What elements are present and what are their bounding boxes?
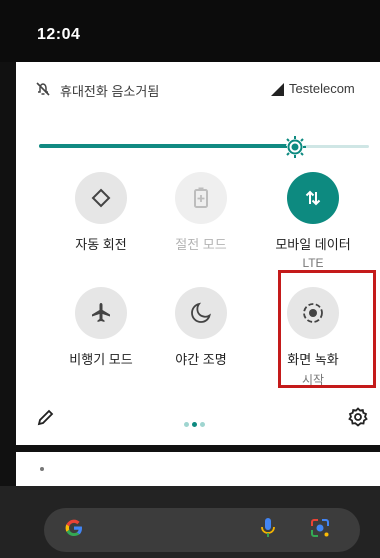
lens-icon[interactable] [308,516,332,540]
highlight-box [278,270,376,388]
battery-saver-icon[interactable] [175,172,227,224]
notification-dot [40,467,44,471]
status-bar: 12:04 [0,0,380,62]
page-dot [192,422,197,427]
auto-rotate-icon[interactable] [75,172,127,224]
tile-auto-rotate[interactable]: 자동 회전 [58,172,144,253]
night-light-icon[interactable] [175,287,227,339]
quick-settings-panel: 휴대전화 음소거됨 Testelecom 자동 회전 절전 모드 모바일 데이터… [16,62,380,445]
page-dot [184,422,189,427]
tile-night-light[interactable]: 야간 조명 [158,287,244,368]
brightness-icon[interactable] [283,135,307,159]
brightness-slider[interactable] [39,136,369,158]
vibrate-off-icon[interactable] [35,81,51,97]
tile-label: 자동 회전 [75,237,127,252]
tile-label: 야간 조명 [175,352,227,367]
tile-sublabel: LTE [302,256,324,270]
signal-icon [271,83,284,96]
google-icon[interactable] [62,516,86,540]
microphone-icon[interactable] [258,516,278,540]
tile-label: 모바일 데이터 [275,237,351,252]
tile-label: 절전 모드 [175,237,227,252]
notification-bar[interactable] [16,452,380,486]
page-dot [200,422,205,427]
brightness-fill [39,144,301,148]
mobile-data-icon[interactable] [287,172,339,224]
tile-mobile-data[interactable]: 모바일 데이터 LTE [270,172,356,270]
mute-status-text: 휴대전화 음소거됨 [60,84,160,99]
tile-label: 비행기 모드 [69,352,133,367]
status-time: 12:04 [37,26,81,43]
tile-airplane-mode[interactable]: 비행기 모드 [58,287,144,368]
carrier-name: Testelecom [289,81,355,96]
page-indicator [184,414,224,427]
gear-icon[interactable] [348,407,368,427]
quick-settings-header: 휴대전화 음소거됨 Testelecom [16,76,380,102]
airplane-icon[interactable] [75,287,127,339]
edit-icon[interactable] [37,408,55,426]
tile-battery-saver[interactable]: 절전 모드 [158,172,244,253]
